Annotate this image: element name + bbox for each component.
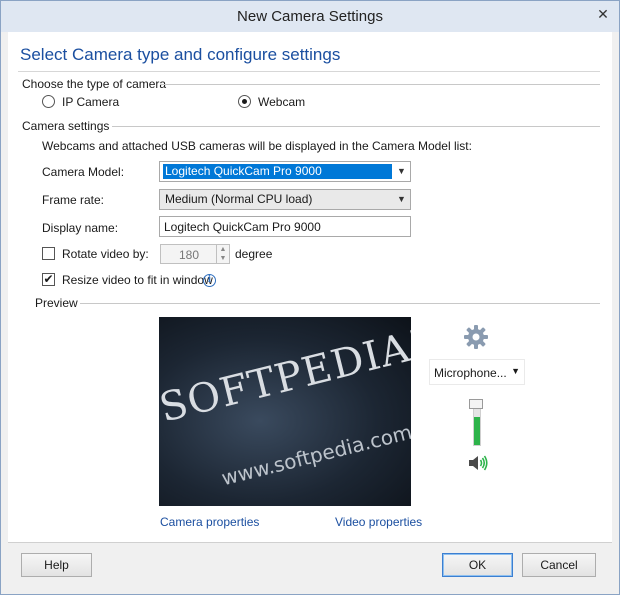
heading-divider [18,71,600,72]
video-properties-link[interactable]: Video properties [335,515,422,529]
ip-camera-radio[interactable] [42,95,55,108]
camera-list-note: Webcams and attached USB cameras will be… [42,139,472,153]
preview-group-title: Preview [35,296,78,310]
chevron-down-icon[interactable]: ▼ [393,190,410,209]
rotate-video-checkbox[interactable] [42,247,55,260]
resize-video-checkbox[interactable]: ✔ [42,273,55,286]
dialog-window: New Camera Settings ✕ Select Camera type… [0,0,620,595]
title-bar: New Camera Settings ✕ [1,1,619,32]
rotate-video-label[interactable]: Rotate video by: [62,247,149,261]
info-icon[interactable]: i [203,274,216,287]
camera-model-select[interactable]: Logitech QuickCam Pro 9000 ▼ [159,161,411,182]
camera-type-group-line [160,84,600,85]
gear-icon[interactable] [463,324,489,350]
preview-group-line [80,303,600,304]
chevron-down-icon[interactable]: ▼ [393,162,410,181]
microphone-dropdown[interactable]: Microphone... ▼ [429,359,525,385]
camera-settings-group-line [112,126,600,127]
footer-divider [8,542,612,543]
camera-model-label: Camera Model: [42,165,125,179]
stepper-up-icon[interactable]: ▲ [217,245,229,254]
camera-type-group-title: Choose the type of camera [22,77,167,91]
stepper-buttons[interactable]: ▲ ▼ [216,245,229,263]
cancel-button[interactable]: Cancel [522,553,596,577]
video-preview: SOFTPEDIA™ www.softpedia.com [159,317,411,506]
volume-level-fill [474,417,480,445]
speaker-icon[interactable] [467,453,489,473]
rotate-degree-value: 180 [179,248,200,262]
frame-rate-value: Medium (Normal CPU load) [165,192,313,206]
webcam-label[interactable]: Webcam [258,95,305,109]
close-icon[interactable]: ✕ [594,5,612,23]
dialog-content: Select Camera type and configure setting… [8,32,612,542]
frame-rate-select[interactable]: Medium (Normal CPU load) ▼ [159,189,411,210]
window-title: New Camera Settings [237,8,383,25]
camera-properties-link[interactable]: Camera properties [160,515,259,529]
preview-watermark: SOFTPEDIA™ [159,317,411,432]
camera-model-value: Logitech QuickCam Pro 9000 [163,164,392,179]
microphone-label: Microphone... [434,366,507,380]
degree-unit-label: degree [235,247,273,261]
stepper-down-icon[interactable]: ▼ [217,254,229,263]
webcam-radio[interactable] [238,95,251,108]
help-button[interactable]: Help [21,553,92,577]
ok-button[interactable]: OK [442,553,513,577]
resize-video-label[interactable]: Resize video to fit in window [62,273,213,287]
volume-slider[interactable] [473,404,481,446]
preview-watermark-url: www.softpedia.com [219,419,411,491]
frame-rate-label: Frame rate: [42,193,105,207]
camera-settings-group-title: Camera settings [22,119,110,133]
ip-camera-label[interactable]: IP Camera [62,95,119,109]
chevron-down-icon: ▼ [511,366,520,376]
display-name-input[interactable]: Logitech QuickCam Pro 9000 [159,216,411,237]
display-name-label: Display name: [42,221,119,235]
page-title: Select Camera type and configure setting… [20,45,341,64]
rotate-degree-stepper[interactable]: 180 ▲ ▼ [160,244,230,264]
volume-slider-thumb[interactable] [469,399,483,409]
